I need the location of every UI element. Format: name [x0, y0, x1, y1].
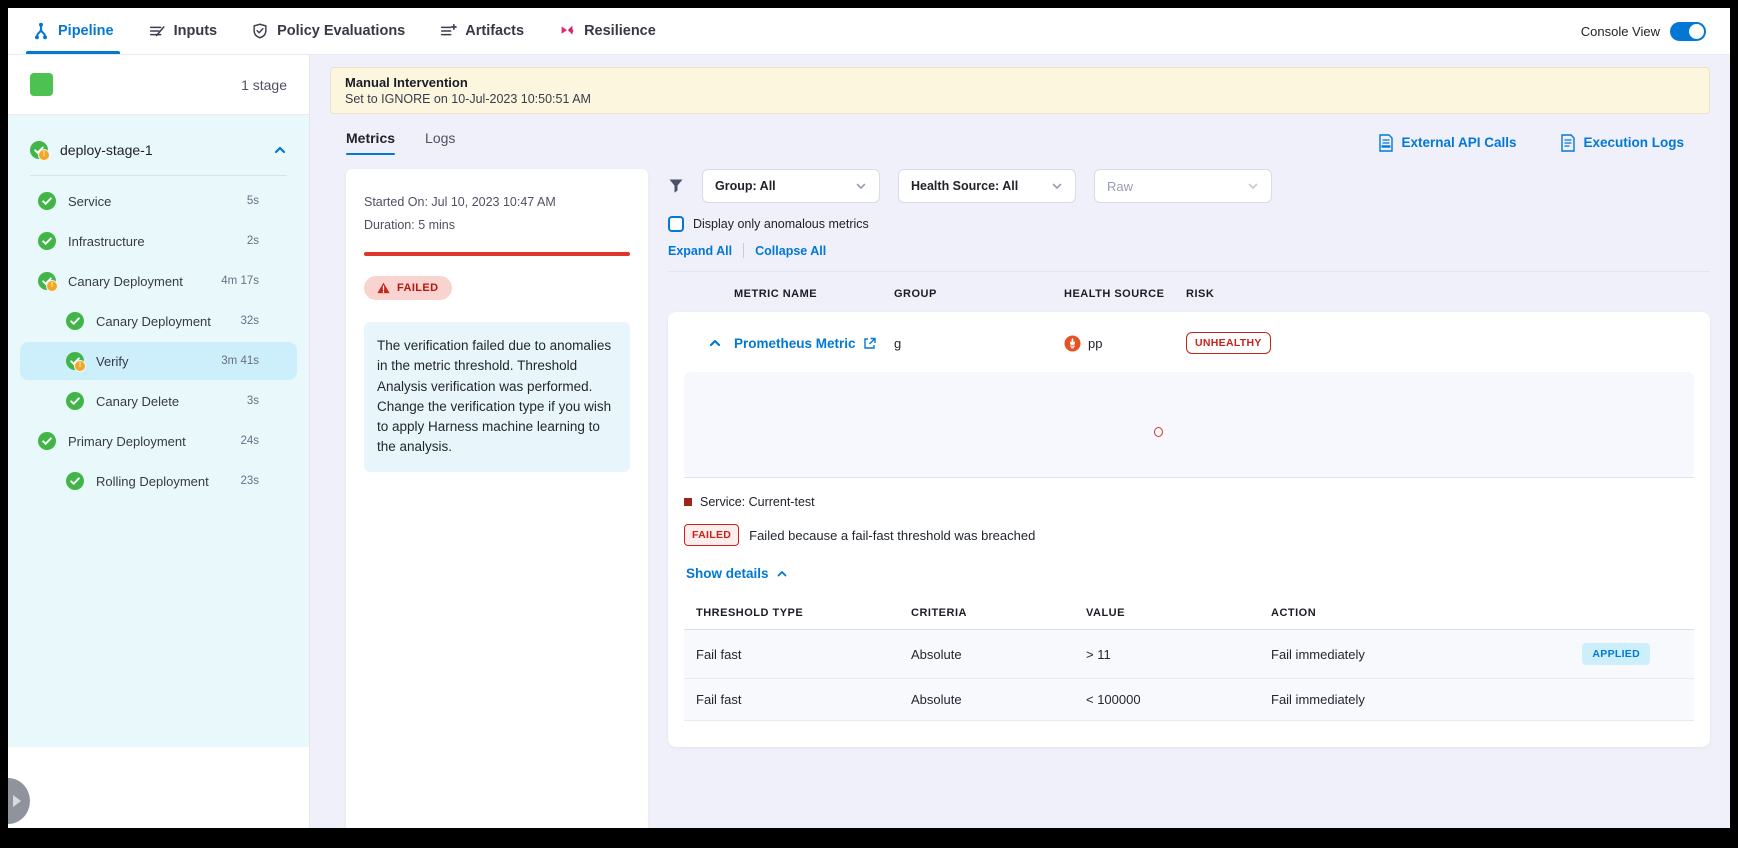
sidebar-item-service[interactable]: Service 5s — [20, 182, 297, 220]
banner-subtitle: Set to IGNORE on 10-Jul-2023 10:50:51 AM — [345, 92, 1695, 106]
sidebar-item-rolling-deployment[interactable]: Rolling Deployment 23s — [20, 462, 297, 500]
divider — [743, 243, 744, 258]
warning-triangle-icon — [377, 282, 390, 294]
main-content: Manual Intervention Set to IGNORE on 10-… — [310, 55, 1730, 828]
health-source-filter-select[interactable]: Health Source: All — [898, 169, 1076, 203]
started-on: Started On: Jul 10, 2023 10:47 AM — [364, 191, 630, 214]
stage-row-deploy-stage-1[interactable]: deploy-stage-1 — [8, 123, 309, 175]
tab-logs[interactable]: Logs — [425, 130, 455, 155]
success-icon — [38, 192, 56, 210]
tab-resilience[interactable]: Resilience — [558, 8, 656, 54]
artifacts-icon — [439, 22, 457, 40]
policy-evaluations-icon — [251, 22, 269, 40]
applied-badge: APPLIED — [1582, 643, 1650, 665]
success-with-warning-icon — [66, 352, 84, 370]
sidebar-item-canary-deployment[interactable]: Canary Deployment 32s — [20, 302, 297, 340]
execution-sidebar: 1 stage deploy-stage-1 Service 5s — [8, 55, 310, 828]
group-filter-select[interactable]: Group: All — [702, 169, 880, 203]
table-row: Fail fast Absolute > 11 Fail immediately… — [684, 630, 1694, 679]
chevron-up-icon — [776, 568, 788, 580]
logs-doc-icon — [1560, 134, 1576, 152]
chart-legend: Service: Current-test — [684, 495, 1694, 509]
tab-metrics[interactable]: Metrics — [346, 130, 395, 155]
inputs-icon — [148, 22, 166, 40]
verification-message: The verification failed due to anomalies… — [364, 322, 630, 472]
failed-badge: FAILED — [684, 524, 739, 546]
stage-list: deploy-stage-1 Service 5s Infrastructure… — [8, 115, 309, 747]
top-navigation-bar: Pipeline Inputs Policy Evaluations Artif… — [8, 8, 1730, 55]
chevron-down-icon — [1247, 180, 1259, 192]
metric-group: g — [894, 336, 1064, 351]
sidebar-item-verify[interactable]: Verify 3m 41s — [20, 342, 297, 380]
resilience-icon — [558, 22, 576, 40]
metric-chart — [684, 372, 1694, 478]
execution-logs-link[interactable]: Execution Logs — [1560, 134, 1684, 152]
success-with-warning-icon — [38, 272, 56, 290]
tab-pipeline[interactable]: Pipeline — [32, 8, 114, 54]
thresholds-table: THRESHOLD TYPE CRITERIA VALUE ACTION Fai… — [684, 597, 1694, 721]
sidebar-header: 1 stage — [8, 55, 309, 115]
stage-status-square-icon — [30, 73, 53, 96]
success-with-warning-icon — [30, 141, 48, 159]
risk-badge: UNHEALTHY — [1186, 332, 1271, 354]
metric-card: Prometheus Metric g pp UNHEALTHY — [668, 312, 1710, 747]
thresholds-table-header: THRESHOLD TYPE CRITERIA VALUE ACTION — [684, 597, 1694, 630]
chevron-down-icon — [855, 180, 867, 192]
metric-row-prometheus: Prometheus Metric g pp UNHEALTHY — [668, 312, 1710, 370]
success-icon — [38, 432, 56, 450]
expand-all-link[interactable]: Expand All — [668, 244, 732, 258]
sidebar-item-primary-deployment[interactable]: Primary Deployment 24s — [20, 422, 297, 460]
manual-intervention-banner: Manual Intervention Set to IGNORE on 10-… — [330, 67, 1710, 114]
stage-count: 1 stage — [241, 77, 287, 93]
filter-icon — [668, 178, 684, 194]
anomalous-metrics-checkbox[interactable] — [668, 216, 684, 232]
chevron-up-icon[interactable] — [708, 336, 722, 350]
raw-filter-select[interactable]: Raw — [1094, 169, 1272, 203]
legend-swatch — [684, 498, 692, 506]
console-view-toggle[interactable] — [1670, 22, 1706, 41]
show-details-link[interactable]: Show details — [686, 566, 1694, 581]
metrics-table-header: METRIC NAME GROUP HEALTH SOURCE RISK — [668, 272, 1710, 312]
pipeline-icon — [32, 22, 50, 40]
anomalous-data-point[interactable] — [1154, 427, 1163, 437]
divider — [30, 175, 287, 176]
chevron-up-icon[interactable] — [273, 143, 287, 157]
tab-inputs[interactable]: Inputs — [148, 8, 218, 54]
toggle-knob — [1689, 24, 1704, 39]
failed-status-badge: FAILED — [364, 276, 452, 300]
tab-artifacts[interactable]: Artifacts — [439, 8, 524, 54]
success-icon — [66, 392, 84, 410]
verification-summary-card: Started On: Jul 10, 2023 10:47 AM Durati… — [346, 169, 648, 828]
tab-policy-evaluations[interactable]: Policy Evaluations — [251, 8, 405, 54]
failed-progress-bar — [364, 252, 630, 256]
table-row: Fail fast Absolute < 100000 Fail immedia… — [684, 679, 1694, 721]
metric-health-source: pp — [1064, 335, 1186, 352]
chevron-down-icon — [1051, 180, 1063, 192]
sidebar-item-canary-delete[interactable]: Canary Delete 3s — [20, 382, 297, 420]
success-icon — [66, 472, 84, 490]
chart-x-axis — [684, 477, 1694, 478]
metric-failed-row: FAILED Failed because a fail-fast thresh… — [684, 524, 1694, 546]
banner-title: Manual Intervention — [345, 75, 1695, 90]
console-view-label: Console View — [1581, 24, 1660, 39]
api-doc-icon — [1378, 134, 1394, 152]
failed-message: Failed because a fail-fast threshold was… — [749, 528, 1035, 543]
success-icon — [66, 312, 84, 330]
metrics-panel: Group: All Health Source: All Raw — [668, 169, 1710, 828]
metric-name-link[interactable]: Prometheus Metric — [734, 336, 894, 351]
sidebar-item-infrastructure[interactable]: Infrastructure 2s — [20, 222, 297, 260]
external-api-calls-link[interactable]: External API Calls — [1378, 134, 1516, 152]
anomalous-metrics-label: Display only anomalous metrics — [693, 217, 869, 231]
duration: Duration: 5 mins — [364, 214, 630, 237]
legend-label: Service: Current-test — [700, 495, 815, 509]
external-link-icon — [863, 337, 876, 350]
stage-name: deploy-stage-1 — [60, 142, 261, 158]
app-window: Pipeline Inputs Policy Evaluations Artif… — [8, 8, 1730, 828]
sidebar-item-canary-deployment-group[interactable]: Canary Deployment 4m 17s — [20, 262, 297, 300]
collapse-all-link[interactable]: Collapse All — [755, 244, 826, 258]
prometheus-icon — [1064, 335, 1081, 352]
success-icon — [38, 232, 56, 250]
sidebar-collapse-handle[interactable] — [8, 778, 30, 824]
